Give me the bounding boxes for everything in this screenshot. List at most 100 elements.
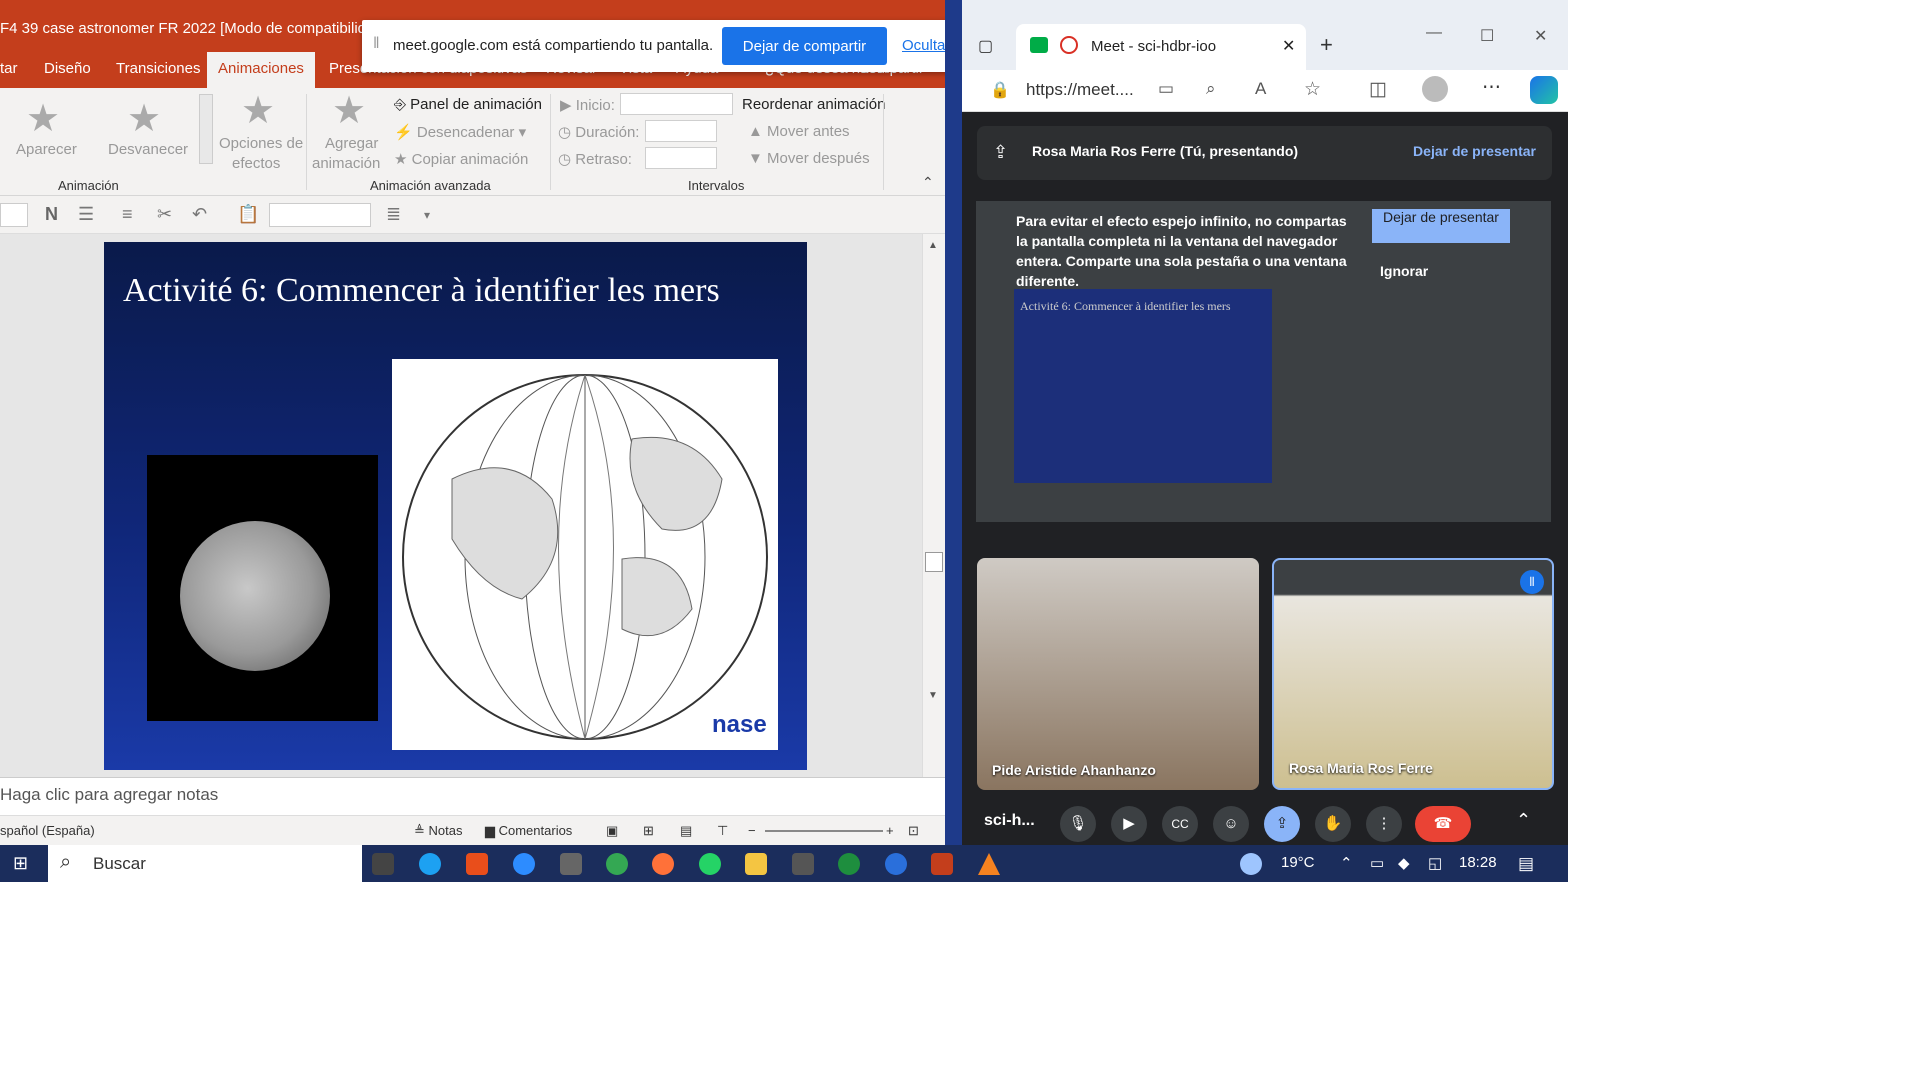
tab-transitions[interactable]: Transiciones xyxy=(116,60,200,77)
justify-icon[interactable]: ≣ xyxy=(386,204,401,225)
maximize-icon[interactable]: ☐ xyxy=(1480,26,1494,46)
drag-handle-icon[interactable]: ‖ xyxy=(373,35,380,53)
paste-icon[interactable]: 📋 xyxy=(237,204,259,225)
favorite-icon[interactable]: ☆ xyxy=(1304,78,1321,101)
end-call-button[interactable]: ☎ xyxy=(1415,806,1471,842)
minimize-icon[interactable]: — xyxy=(1426,24,1442,42)
network-icon[interactable]: ◱ xyxy=(1428,854,1442,872)
tray-chevron-icon[interactable]: ⌃ xyxy=(1340,854,1353,872)
add-animation-label-2[interactable]: animación xyxy=(312,155,380,172)
copilot-icon[interactable] xyxy=(1530,76,1558,104)
captions-button[interactable]: CC xyxy=(1162,806,1198,842)
scroll-up-icon[interactable]: ▲ xyxy=(928,240,938,251)
new-tab-icon[interactable]: + xyxy=(1320,32,1333,58)
zoom-in-icon[interactable]: + xyxy=(886,823,894,838)
stop-sharing-button[interactable]: Dejar de compartir xyxy=(722,27,887,65)
app-icon[interactable] xyxy=(560,853,582,875)
chevron-up-icon[interactable]: ⌃ xyxy=(1516,810,1531,831)
effect-options-label-1[interactable]: Opciones de xyxy=(219,135,303,152)
collapse-ribbon-icon[interactable]: ⌃ xyxy=(922,174,934,191)
close-tab-icon[interactable]: ✕ xyxy=(1282,36,1295,56)
start-dropdown[interactable] xyxy=(620,93,733,115)
start-icon[interactable]: ⊞ xyxy=(13,853,28,874)
battery-icon[interactable]: ▭ xyxy=(1370,854,1384,872)
customize-qat-icon[interactable]: ▾ xyxy=(424,208,430,222)
moon-map-image[interactable]: nase xyxy=(392,359,778,750)
close-window-icon[interactable]: ✕ xyxy=(1534,26,1547,46)
meeting-code[interactable]: sci-h... xyxy=(984,812,1035,830)
cut-icon[interactable]: ✂ xyxy=(157,204,172,225)
zoom-out-icon[interactable]: − xyxy=(748,823,756,838)
style-dropdown[interactable] xyxy=(269,203,371,227)
dropbox-icon[interactable]: ◆ xyxy=(1398,854,1410,872)
participant-tile[interactable]: ⦀ Rosa Maria Ros Ferre xyxy=(1272,558,1554,790)
preview-stop-presenting-button[interactable]: Dejar de presentar xyxy=(1372,209,1510,243)
font-size-dropdown[interactable] xyxy=(0,203,28,227)
scroll-thumb[interactable] xyxy=(925,552,943,572)
app-icon[interactable] xyxy=(792,853,814,875)
emoji-button[interactable]: ☺ xyxy=(1213,806,1249,842)
animation-pane-button[interactable]: ⎆ Panel de animación xyxy=(394,96,542,113)
browser-tab-meet[interactable]: Meet - sci-hdbr-ioo ✕ xyxy=(1016,24,1306,70)
gallery-scroll[interactable] xyxy=(199,94,213,164)
hide-link[interactable]: Ocultar xyxy=(902,37,950,54)
task-view-icon[interactable] xyxy=(372,853,394,875)
fit-slide-icon[interactable]: ⊡ xyxy=(908,823,919,839)
bullets-icon[interactable]: ☰ xyxy=(78,204,94,225)
teamviewer-icon[interactable] xyxy=(513,853,535,875)
bold-button[interactable]: N xyxy=(45,204,58,225)
weather-temp[interactable]: 19°C xyxy=(1281,854,1315,871)
present-button[interactable]: ⇪ xyxy=(1264,806,1300,842)
powerpoint-icon[interactable] xyxy=(931,853,953,875)
tab-actions-icon[interactable]: ▢ xyxy=(978,36,993,56)
edge-icon[interactable] xyxy=(419,853,441,875)
tab-start[interactable]: tar xyxy=(0,60,18,77)
slide-title[interactable]: Activité 6: Commencer à identifier les m… xyxy=(123,272,720,310)
raise-hand-button[interactable]: ✋ xyxy=(1315,806,1351,842)
camera-icon[interactable]: ▭ xyxy=(1158,79,1174,99)
tab-animations[interactable]: Animaciones xyxy=(207,52,315,88)
app-icon[interactable] xyxy=(885,853,907,875)
move-later-button[interactable]: ▼ Mover después xyxy=(748,150,870,167)
ignore-button[interactable]: Ignorar xyxy=(1380,263,1428,279)
animation-painter-button[interactable]: ★ Copiar animación xyxy=(394,150,528,168)
undo-icon[interactable]: ↶ xyxy=(192,204,207,225)
stop-presenting-link[interactable]: Dejar de presentar xyxy=(1413,143,1536,159)
profile-avatar[interactable] xyxy=(1422,76,1448,102)
reading-view-icon[interactable]: ▤ xyxy=(680,823,692,839)
clock[interactable]: 18:28 xyxy=(1459,854,1497,871)
duration-input[interactable] xyxy=(645,120,717,142)
moon-photo[interactable] xyxy=(147,455,378,721)
firefox-icon[interactable] xyxy=(652,853,674,875)
appear-button[interactable]: Aparecer xyxy=(16,141,77,158)
split-screen-icon[interactable]: ◫ xyxy=(1369,78,1387,101)
notes-pane[interactable]: Haga clic para agregar notas xyxy=(0,777,945,815)
zoom-icon[interactable]: ⌕ xyxy=(1206,79,1216,99)
whatsapp-icon[interactable] xyxy=(699,853,721,875)
app-icon[interactable] xyxy=(838,853,860,875)
chrome-icon[interactable] xyxy=(606,853,628,875)
zoom-slider[interactable] xyxy=(765,830,883,832)
sorter-view-icon[interactable]: ⊞ xyxy=(643,823,654,839)
taskbar-search[interactable]: ⌕ Buscar xyxy=(48,845,362,882)
normal-view-icon[interactable]: ▣ xyxy=(606,823,618,839)
vlc-icon[interactable] xyxy=(978,853,1000,875)
fade-button[interactable]: Desvanecer xyxy=(108,141,188,158)
url-field[interactable]: https://meet.... xyxy=(1026,80,1134,100)
trigger-button[interactable]: ⚡ Desencadenar ▾ xyxy=(394,123,526,141)
read-aloud-icon[interactable]: A xyxy=(1255,79,1266,99)
more-menu-icon[interactable]: ⋯ xyxy=(1482,76,1501,99)
effect-options-label-2[interactable]: efectos xyxy=(232,155,280,172)
add-animation-label-1[interactable]: Agregar xyxy=(325,135,378,152)
notifications-icon[interactable]: ▤ xyxy=(1518,854,1534,874)
more-options-button[interactable]: ⋮ xyxy=(1366,806,1402,842)
tab-design[interactable]: Diseño xyxy=(44,60,91,77)
slide-scrollbar[interactable]: ▲ ▼ xyxy=(922,234,945,777)
lock-icon[interactable]: 🔒 xyxy=(990,80,1010,100)
camera-button[interactable]: ▶ xyxy=(1111,806,1147,842)
slideshow-view-icon[interactable]: ⊤ xyxy=(717,823,728,839)
comments-button[interactable]: ▆ Comentarios xyxy=(485,823,572,839)
language-status[interactable]: spañol (España) xyxy=(0,823,95,838)
notes-button[interactable]: ≜ Notas xyxy=(414,823,462,839)
file-explorer-icon[interactable] xyxy=(745,853,767,875)
